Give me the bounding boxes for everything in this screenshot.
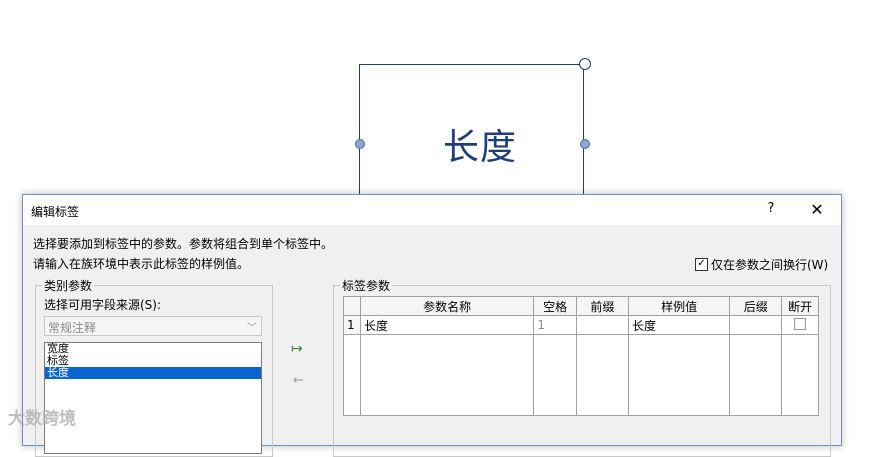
- label-params-table: 参数名称 空格 前缀 样例值 后缀 断开 1 长度 1 长度: [343, 296, 819, 416]
- label-params-group: 标签参数 参数名称 空格 前缀 样例值 后缀 断开 1 长度 1 长度: [333, 277, 831, 457]
- empty-table-area: [343, 334, 819, 416]
- close-icon[interactable]: ✕: [805, 199, 829, 221]
- rotate-handle[interactable]: [579, 58, 591, 70]
- field-item-width[interactable]: 宽度: [45, 343, 261, 355]
- prefix-cell[interactable]: [575, 315, 630, 335]
- col-spaces[interactable]: 空格: [533, 296, 577, 316]
- col-suffix[interactable]: 后缀: [729, 296, 783, 316]
- row-index: 1: [343, 315, 361, 335]
- break-checkbox[interactable]: [794, 317, 807, 330]
- watermark-logo: 大数跨境: [8, 409, 76, 429]
- suffix-cell[interactable]: [729, 315, 783, 335]
- instruction-line-1: 选择要添加到标签中的参数。参数将组合到单个标签中。: [33, 237, 334, 251]
- param-name-cell[interactable]: 长度: [359, 315, 535, 335]
- field-item-length[interactable]: 长度: [45, 367, 261, 379]
- instruction-line-2: 请输入在族环境中表示此标签的样例值。: [33, 257, 250, 271]
- table-header-row: 参数名称 空格 前缀 样例值 后缀 断开: [343, 296, 819, 316]
- drawing-canvas[interactable]: 长度: [0, 0, 893, 204]
- empty-cell: [533, 334, 577, 416]
- wrap-between-params-label: 仅在参数之间换行(W): [711, 258, 829, 272]
- empty-cell: [729, 334, 783, 416]
- dialog-title: 编辑标签: [31, 205, 80, 219]
- label-text[interactable]: 长度: [443, 118, 517, 170]
- row-number-header: [343, 296, 361, 316]
- empty-cell: [781, 334, 819, 416]
- empty-cell: [628, 334, 731, 416]
- field-source-label: 选择可用字段来源(S):: [44, 298, 162, 312]
- sample-value-cell[interactable]: 长度: [628, 315, 731, 335]
- help-button[interactable]: ?: [761, 201, 781, 219]
- col-break[interactable]: 断开: [781, 296, 819, 316]
- chevron-down-icon: ﹀: [247, 323, 257, 334]
- spaces-cell[interactable]: 1: [533, 315, 577, 335]
- col-sample-value[interactable]: 样例值: [628, 296, 731, 316]
- empty-cell: [343, 334, 361, 416]
- col-prefix[interactable]: 前缀: [575, 296, 630, 316]
- available-fields-list[interactable]: 宽度 标签 长度: [44, 342, 262, 454]
- checkbox-checked-icon[interactable]: ✓: [695, 258, 708, 271]
- empty-cell: [575, 334, 630, 416]
- col-param-name[interactable]: 参数名称: [359, 296, 535, 316]
- label-params-title: 标签参数: [340, 277, 393, 294]
- empty-cell: [359, 334, 535, 416]
- break-cell[interactable]: [781, 315, 819, 335]
- field-source-dropdown[interactable]: 常规注释 ﹀: [44, 316, 262, 336]
- remove-parameter-icon[interactable]: ←: [293, 373, 304, 388]
- left-grip-handle[interactable]: [355, 139, 365, 149]
- title-bar: 编辑标签 ? ✕: [23, 195, 841, 225]
- edit-label-dialog: 编辑标签 ? ✕ 选择要添加到标签中的参数。参数将组合到单个标签中。 请输入在族…: [22, 194, 842, 457]
- category-params-group: 类别参数 选择可用字段来源(S): 常规注释 ﹀ 宽度 标签 长度: [35, 277, 273, 457]
- category-params-title: 类别参数: [42, 277, 95, 294]
- add-parameter-icon[interactable]: ↦: [291, 341, 303, 357]
- field-source-value: 常规注释: [48, 321, 97, 335]
- right-grip-handle[interactable]: [580, 139, 590, 149]
- wrap-between-params-checkbox[interactable]: ✓ 仅在参数之间换行(W): [695, 256, 828, 273]
- table-row[interactable]: 1 长度 1 长度: [343, 315, 819, 335]
- field-item-label[interactable]: 标签: [45, 355, 261, 367]
